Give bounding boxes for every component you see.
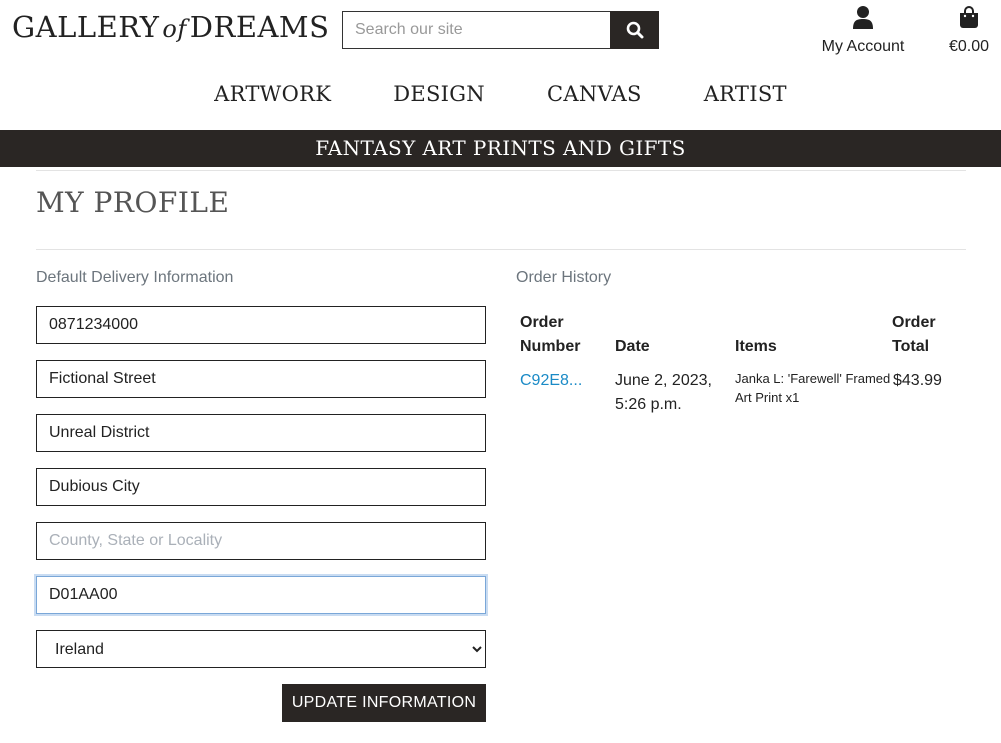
my-account-label: My Account [821, 38, 905, 55]
update-information-button[interactable]: UPDATE INFORMATION [282, 684, 486, 722]
col-header-order-total: Order Total [892, 311, 936, 359]
logo-text-of: of [162, 15, 187, 43]
order-date: June 2, 2023, 5:26 p.m. [615, 369, 712, 417]
site-header: GALLERYofDREAMS My Account €0.00 ARTWORK… [0, 0, 1001, 130]
divider [36, 170, 966, 171]
city-field[interactable] [36, 468, 486, 506]
col-header-order-number-line2: Number [520, 338, 581, 355]
street-address-field[interactable] [36, 360, 486, 398]
cart-total: €0.00 [948, 38, 990, 55]
divider [36, 249, 966, 250]
order-total: $43.99 [893, 372, 942, 389]
order-date-line2: 5:26 p.m. [615, 396, 682, 413]
logo-text-gallery: GALLERY [12, 10, 160, 44]
order-items: Janka L: 'Farewell' Framed Art Print x1 [735, 369, 890, 407]
order-history-heading: Order History [516, 269, 612, 286]
promo-banner: FANTASY ART PRINTS AND GIFTS [0, 130, 1001, 167]
logo-text-dreams: DREAMS [189, 10, 330, 44]
nav-item-canvas[interactable]: CANVAS [547, 82, 642, 106]
search-button[interactable] [610, 11, 659, 49]
col-header-order-total-line2: Total [892, 338, 930, 355]
col-header-order-total-line1: Order [892, 314, 936, 331]
search-icon [626, 21, 643, 39]
col-header-date: Date [615, 338, 650, 355]
county-field[interactable] [36, 522, 486, 560]
order-items-line1: Janka L: 'Farewell' Framed [735, 371, 891, 386]
search-bar [342, 11, 659, 49]
col-header-order-number: Order Number [520, 311, 580, 359]
nav-item-artist[interactable]: ARTIST [704, 82, 787, 106]
col-header-order-number-line1: Order [520, 314, 564, 331]
postcode-field[interactable] [36, 576, 486, 614]
page-title: MY PROFILE [36, 186, 230, 219]
delivery-info-heading: Default Delivery Information [36, 269, 234, 286]
user-icon [853, 6, 873, 29]
my-account-link[interactable]: My Account [812, 5, 914, 56]
district-field[interactable] [36, 414, 486, 452]
search-input[interactable] [342, 11, 610, 49]
country-select[interactable]: Ireland [36, 630, 486, 668]
order-items-line2: Art Print x1 [735, 390, 800, 405]
shopping-bag-icon [960, 6, 978, 28]
nav-item-artwork[interactable]: ARTWORK [214, 82, 331, 106]
order-number-link[interactable]: C92E8... [520, 369, 582, 393]
phone-field[interactable] [36, 306, 486, 344]
main-nav: ARTWORK DESIGN CANVAS ARTIST [0, 82, 1001, 106]
cart-link[interactable]: €0.00 [940, 5, 998, 56]
order-date-line1: June 2, 2023, [615, 372, 712, 389]
col-header-items: Items [735, 338, 777, 355]
nav-item-design[interactable]: DESIGN [393, 82, 485, 106]
site-logo[interactable]: GALLERY of DREAMS [12, 10, 330, 44]
